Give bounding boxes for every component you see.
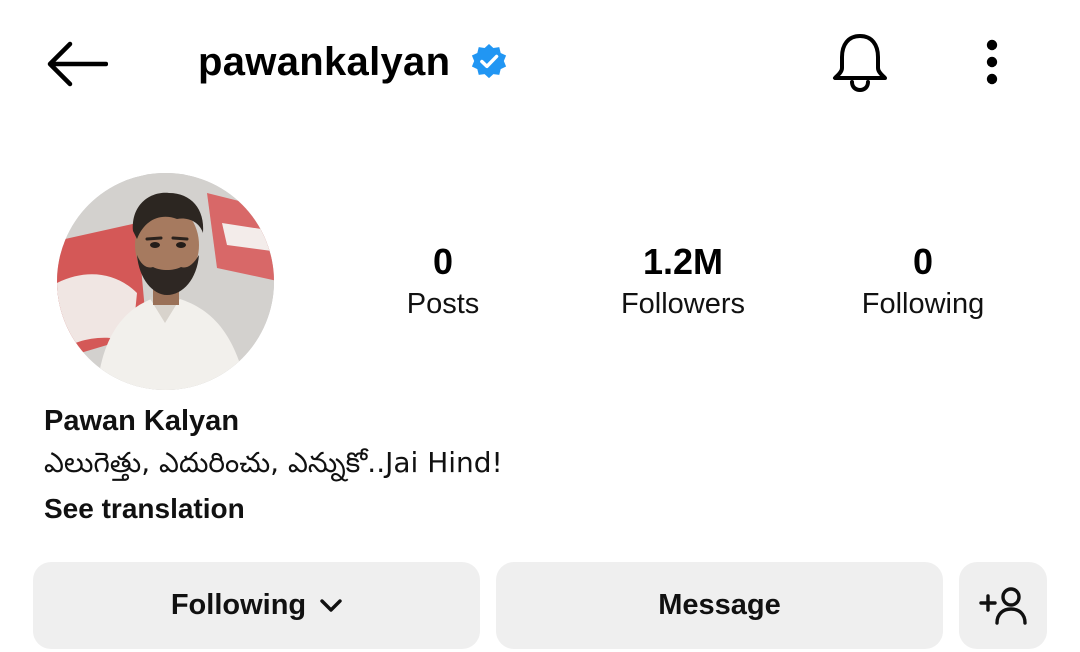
avatar[interactable] bbox=[57, 173, 274, 390]
stat-following[interactable]: 0 Following bbox=[813, 240, 1033, 324]
top-bar: pawankalyan bbox=[0, 0, 1080, 125]
stat-posts-value: 0 bbox=[432, 241, 454, 282]
stat-followers-label: Followers bbox=[620, 288, 746, 320]
following-button[interactable]: Following bbox=[33, 562, 480, 649]
username: pawankalyan bbox=[198, 39, 451, 84]
stat-following-label: Following bbox=[861, 288, 985, 320]
stat-posts[interactable]: 0 Posts bbox=[333, 240, 553, 324]
stat-following-value: 0 bbox=[912, 241, 934, 282]
arrow-left-icon bbox=[47, 41, 108, 87]
stat-posts-label: Posts bbox=[406, 288, 480, 320]
see-translation-link[interactable]: See translation bbox=[44, 486, 245, 532]
full-name: Pawan Kalyan bbox=[44, 405, 240, 437]
profile-header: pawankalyan bbox=[198, 32, 508, 92]
add-user-button[interactable] bbox=[959, 562, 1047, 649]
notifications-button[interactable] bbox=[825, 28, 895, 96]
stat-followers[interactable]: 1.2M Followers bbox=[573, 240, 793, 324]
verified-badge-icon bbox=[470, 43, 508, 81]
message-button-label: Message bbox=[658, 589, 781, 621]
bell-icon bbox=[833, 34, 887, 93]
message-button[interactable]: Message bbox=[496, 562, 943, 649]
more-vertical-icon bbox=[986, 39, 998, 85]
stat-followers-value: 1.2M bbox=[642, 241, 724, 282]
add-user-icon bbox=[979, 586, 1027, 625]
chevron-down-icon bbox=[320, 598, 342, 612]
back-button[interactable] bbox=[40, 34, 112, 94]
following-button-label: Following bbox=[170, 589, 307, 621]
profile-bio: Pawan Kalyan ఎలుగెత్తు, ఎదురించు, ఎన్నుక… bbox=[44, 402, 1004, 532]
more-options-button[interactable] bbox=[966, 34, 1018, 90]
bio-text: ఎలుగెత్తు, ఎదురించు, ఎన్నుకో..Jai Hind! bbox=[44, 446, 503, 479]
